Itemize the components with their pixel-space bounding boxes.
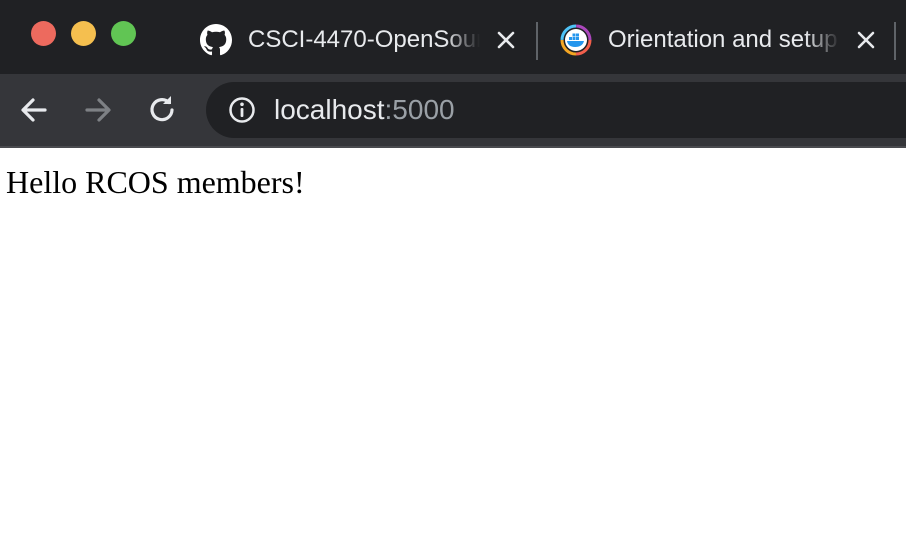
close-icon[interactable] bbox=[854, 28, 878, 52]
window-minimize-button[interactable] bbox=[71, 21, 96, 46]
window-zoom-button[interactable] bbox=[111, 21, 136, 46]
page-content: Hello RCOS members! bbox=[0, 148, 906, 538]
url-host: localhost bbox=[274, 94, 385, 125]
tab-orientation-and-setup[interactable]: Orientation and setup bbox=[546, 8, 898, 72]
tab-strip: CSCI-4470-OpenSource bbox=[0, 0, 906, 74]
close-icon[interactable] bbox=[494, 28, 518, 52]
github-icon bbox=[200, 24, 232, 56]
address-bar[interactable]: localhost:5000 bbox=[206, 82, 906, 138]
tab-title: Orientation and setup bbox=[608, 26, 838, 53]
tab-csci-4470[interactable]: CSCI-4470-OpenSource bbox=[186, 8, 536, 72]
arrow-right-icon[interactable] bbox=[80, 92, 116, 128]
url-port: :5000 bbox=[384, 94, 455, 125]
arrow-left-icon[interactable] bbox=[16, 92, 52, 128]
tab-separator bbox=[536, 22, 538, 60]
info-icon[interactable] bbox=[228, 96, 256, 124]
browser-toolbar: localhost:5000 bbox=[0, 74, 906, 146]
url-text[interactable]: localhost:5000 bbox=[274, 82, 455, 138]
tab-title: CSCI-4470-OpenSource bbox=[248, 26, 480, 53]
page-greeting: Hello RCOS members! bbox=[6, 164, 305, 200]
window-close-button[interactable] bbox=[31, 21, 56, 46]
browser-window: CSCI-4470-OpenSource bbox=[0, 0, 906, 538]
tab-separator bbox=[894, 22, 896, 60]
docker-icon bbox=[560, 24, 592, 56]
reload-icon[interactable] bbox=[144, 92, 180, 128]
